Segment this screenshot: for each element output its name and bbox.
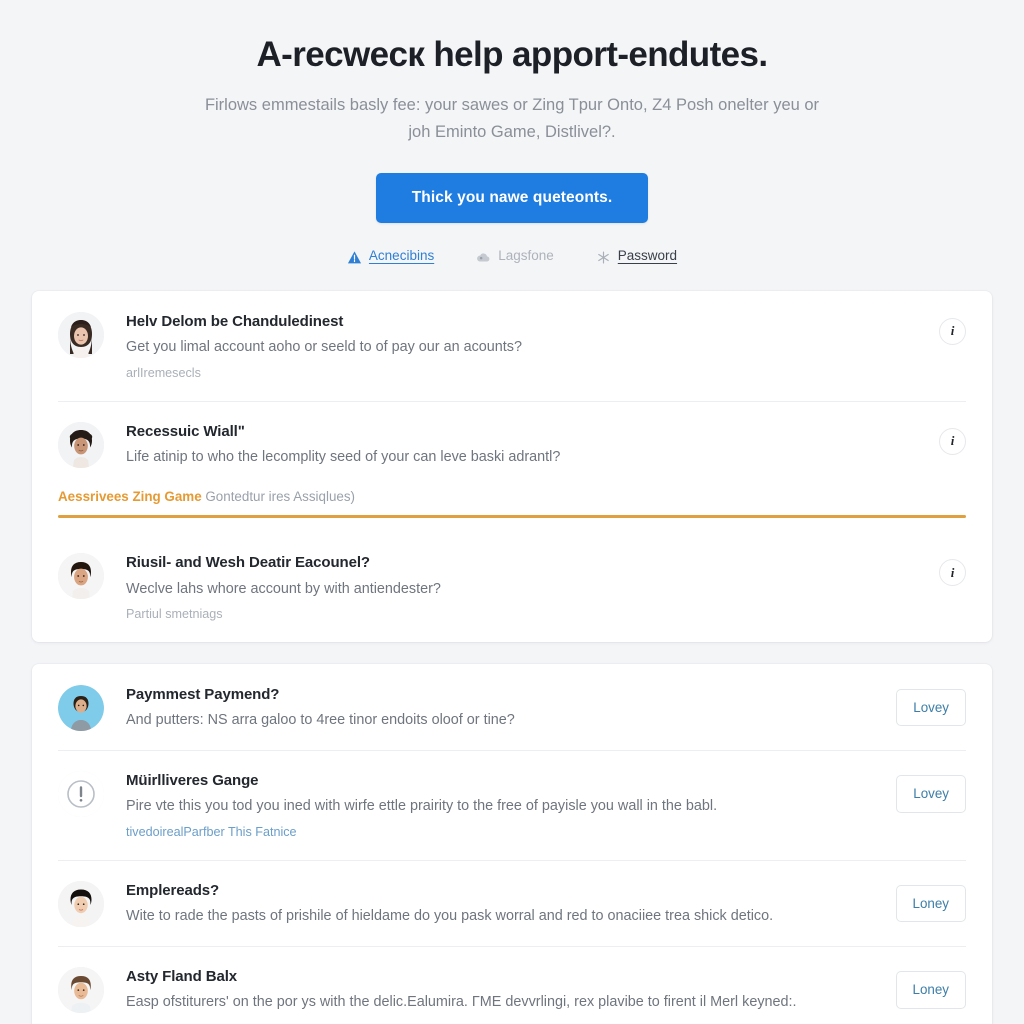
- list-item-description: And putters: NS arra galoo to 4ree tinor…: [126, 712, 515, 729]
- info-icon[interactable]: i: [939, 559, 966, 587]
- list-item[interactable]: Recessuic Wiallʺ Life atinip to who the …: [32, 400, 992, 487]
- list-item-meta: Partiul smetniags: [126, 607, 223, 622]
- avatar: [58, 553, 104, 600]
- list-item-title: Müirlliveres Gange: [126, 772, 259, 790]
- list-item[interactable]: Riusil- and Wesh Deatir Eacounel? Weclve…: [32, 532, 992, 642]
- tab-password[interactable]: Password: [596, 249, 677, 265]
- lovey-button[interactable]: Lovey: [896, 689, 966, 727]
- ask-question-button[interactable]: Thick you nawe queteonts.: [375, 173, 649, 224]
- highlight-strong-label: Aessrivees Zing Game: [58, 488, 202, 504]
- page-title: A-recwecк help apport-endutes.: [256, 35, 769, 74]
- info-icon[interactable]: i: [939, 427, 966, 455]
- support-help-page: A-recwecк help apport-endutes. Firlows e…: [0, 0, 1024, 1024]
- avatar: [58, 685, 104, 732]
- list-item-title: Riusil- and Wesh Deatir Eacounel?: [126, 554, 370, 572]
- list-item-title: Emplereads?: [126, 881, 220, 899]
- cta-container: Thick you nawe queteonts.: [100, 173, 924, 224]
- tab-label: Password: [617, 248, 678, 264]
- highlight-rest-label: Gontedtur ires Assiqlues): [205, 488, 355, 504]
- hero-section: A-recwecк help apport-endutes. Firlows e…: [0, 0, 1024, 265]
- list-item-body: Recessuic Wiallʺ Life atinip to who the …: [126, 421, 923, 469]
- list-item-title: Recessuic Wiallʺ: [126, 422, 245, 440]
- list-item[interactable]: Paymmest Paymend? And putters: NS arra g…: [32, 664, 992, 750]
- list-item-meta-link[interactable]: tivedoirealParfber This Fatnice: [126, 824, 878, 842]
- alert-circle-icon: [58, 771, 104, 818]
- loney-button[interactable]: Loney: [895, 884, 966, 923]
- list-item-body: Paymmest Paymend? And putters: NS arra g…: [126, 684, 878, 732]
- loney-button[interactable]: Loney: [895, 971, 966, 1009]
- list-item[interactable]: Emplereads? Wite to rade the pasts of pr…: [32, 859, 992, 946]
- list-item-title: Asty Fland Balx: [126, 968, 238, 986]
- list-item-description: Life atinip to who the lecomplity seed o…: [126, 448, 561, 465]
- list-item-body: Müirlliveres Gange Pire vte this you tod…: [126, 770, 878, 842]
- list-item-title: Paymmest Paymend?: [126, 686, 280, 704]
- list-item-meta: arlIremesecls: [126, 366, 201, 381]
- info-icon[interactable]: i: [939, 317, 966, 345]
- warning-triangle-icon: [347, 250, 362, 265]
- list-item-description: Weclve lahs whore account by with antien…: [126, 580, 441, 597]
- list-item-description: Easp ofstiturers' on the por ys with the…: [126, 994, 797, 1011]
- list-item-body: Riusil- and Wesh Deatir Eacounel? Weclve…: [126, 552, 923, 624]
- tab-acnecibins[interactable]: Acnecibins: [347, 249, 434, 265]
- cloud-icon: [476, 250, 491, 265]
- highlight-text: Aessrivees Zing Game Gontedtur ires Assi…: [58, 487, 966, 515]
- avatar: [58, 967, 104, 1014]
- tab-label: Acnecibins: [368, 248, 435, 264]
- tab-lagsfone[interactable]: Lagsfone: [476, 249, 554, 265]
- category-tabs: Acnecibins Lagsfone Password: [100, 249, 924, 265]
- avatar: [58, 311, 104, 358]
- avatar: [58, 880, 104, 927]
- topics-card: Paymmest Paymend? And putters: NS arra g…: [32, 664, 992, 1024]
- list-item-body: Helv Delom be Chanduledinest Get you lim…: [126, 311, 923, 383]
- page-subtitle: Firlows emmestails basly fee: your sawes…: [204, 96, 820, 141]
- list-item-body: Emplereads? Wite to rade the pasts of pr…: [126, 880, 878, 928]
- list-item-title: Helv Delom be Chanduledinest: [126, 312, 344, 330]
- tab-label: Lagsfone: [498, 248, 554, 264]
- list-item[interactable]: Helv Delom be Chanduledinest Get you lim…: [32, 291, 992, 401]
- list-item-description: Wite to rade the pasts of prishile of hi…: [126, 908, 774, 925]
- asterisk-icon: [596, 250, 611, 265]
- highlighted-category[interactable]: Aessrivees Zing Game Gontedtur ires Assi…: [32, 487, 992, 532]
- list-item-description: Get you limal account aoho or seeld to o…: [126, 339, 522, 356]
- list-item-description: Pire vte this you tod you ined with wirf…: [126, 798, 718, 815]
- avatar: [58, 421, 104, 468]
- articles-card: Helv Delom be Chanduledinest Get you lim…: [32, 290, 992, 643]
- lovey-button[interactable]: Lovey: [896, 775, 966, 813]
- list-item[interactable]: Asty Fland Balx Easp ofstiturers' on the…: [32, 946, 992, 1024]
- list-item[interactable]: Müirlliveres Gange Pire vte this you tod…: [32, 750, 992, 860]
- highlight-underline-bar: [58, 515, 966, 519]
- list-item-body: Asty Fland Balx Easp ofstiturers' on the…: [126, 966, 878, 1014]
